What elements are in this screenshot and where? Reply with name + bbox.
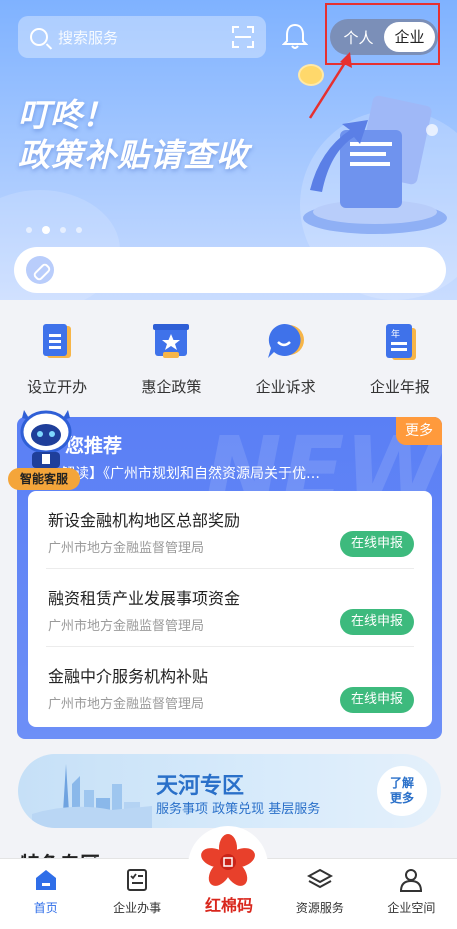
tab-resources[interactable]: 资源服务	[274, 859, 365, 929]
list-item[interactable]: 金融中介服务机构补贴 广州市地方金融监督管理局 在线申报	[46, 647, 414, 725]
tianhe-title: 天河专区	[156, 774, 245, 799]
news-ticker[interactable]: 解读】《广州市规划和自然资源局关于优…	[61, 463, 401, 483]
more-button[interactable]: 更多	[396, 417, 442, 445]
service-label: 企业年报	[369, 378, 430, 396]
assistant-label: 智能客服	[8, 468, 80, 490]
service-grid: 设立开办 惠企政策 企业诉求 年 企业年报	[0, 320, 457, 397]
tab-business[interactable]: 企业办事	[91, 859, 182, 929]
service-label: 企业诉求	[255, 378, 316, 396]
tab-home[interactable]: 首页	[0, 859, 91, 929]
search-placeholder: 搜索服务	[58, 28, 119, 47]
layers-icon	[306, 868, 333, 889]
item-name: 金融中介服务机构补贴	[48, 667, 209, 686]
learn-more-line1: 了解	[389, 776, 414, 790]
svg-text:年: 年	[391, 328, 400, 340]
user-icon	[400, 869, 423, 892]
service-appeal[interactable]: 企业诉求	[229, 320, 343, 397]
apply-online-button[interactable]: 在线申报	[340, 687, 414, 713]
apply-online-button[interactable]: 在线申报	[340, 531, 414, 557]
annual-report-icon: 年	[385, 324, 416, 360]
tianhe-zone-banner[interactable]: 天河专区 服务事项 政策兑现 基层服务 了解 更多	[18, 754, 441, 828]
carousel-dot	[60, 227, 66, 233]
service-label: 惠企政策	[141, 378, 202, 396]
carousel-dot	[26, 227, 32, 233]
scan-icon[interactable]	[232, 26, 254, 48]
tab-label: 企业办事	[113, 901, 162, 915]
annotation-arrow-icon	[308, 52, 352, 119]
policy-star-icon	[153, 324, 190, 358]
quick-link-bar[interactable]	[14, 247, 446, 293]
tab-label: 资源服务	[295, 901, 344, 915]
carousel-dot	[76, 227, 82, 233]
service-policy[interactable]: 惠企政策	[114, 320, 228, 397]
banner-headline-2: 政策补贴请查收	[18, 136, 250, 174]
carousel-dots	[26, 226, 82, 234]
service-setup[interactable]: 设立开办	[0, 320, 114, 397]
service-label: 设立开办	[27, 378, 88, 396]
learn-more-line2: 更多	[389, 791, 414, 805]
apply-online-button[interactable]: 在线申报	[340, 609, 414, 635]
item-org: 广州市地方金融监督管理局	[48, 619, 205, 634]
document-icon	[43, 324, 72, 358]
tab-label: 企业空间	[387, 901, 436, 915]
link-icon	[26, 256, 54, 284]
learn-more-button[interactable]: 了解 更多	[377, 766, 427, 816]
item-org: 广州市地方金融监督管理局	[48, 697, 205, 712]
item-name: 融资租赁产业发展事项资金	[48, 589, 241, 608]
list-item[interactable]: 融资租赁产业发展事项资金 广州市地方金融监督管理局 在线申报	[46, 569, 414, 647]
chat-bubble-icon	[267, 323, 304, 358]
item-name: 新设金融机构地区总部奖励	[48, 511, 241, 530]
recommend-list: 新设金融机构地区总部奖励 广州市地方金融监督管理局 在线申报 融资租赁产业发展事…	[28, 491, 432, 727]
tab-space[interactable]: 企业空间	[366, 859, 457, 929]
home-icon	[35, 870, 56, 890]
kapok-code-label[interactable]: 红棉码	[199, 892, 259, 916]
checklist-icon	[127, 869, 148, 891]
item-org: 广州市地方金融监督管理局	[48, 541, 205, 556]
tab-label: 首页	[33, 901, 58, 915]
list-item[interactable]: 新设金融机构地区总部奖励 广州市地方金融监督管理局 在线申报	[46, 491, 414, 569]
search-bar[interactable]: 搜索服务	[18, 16, 266, 58]
smart-assistant[interactable]: 智能客服	[8, 402, 82, 490]
bell-icon[interactable]	[282, 22, 308, 50]
tianhe-subtitle: 服务事项 政策兑现 基层服务	[156, 802, 321, 817]
app-screen: 搜索服务 个人 企业 叮咚！ 政策补贴请查收 设立开办 惠企政策 企业诉求 年 …	[0, 0, 457, 929]
robot-icon	[20, 410, 72, 468]
service-annual-report[interactable]: 年 企业年报	[343, 320, 457, 397]
search-icon	[30, 28, 48, 46]
city-skyline-icon	[32, 764, 152, 828]
carousel-dot-active	[42, 226, 50, 234]
